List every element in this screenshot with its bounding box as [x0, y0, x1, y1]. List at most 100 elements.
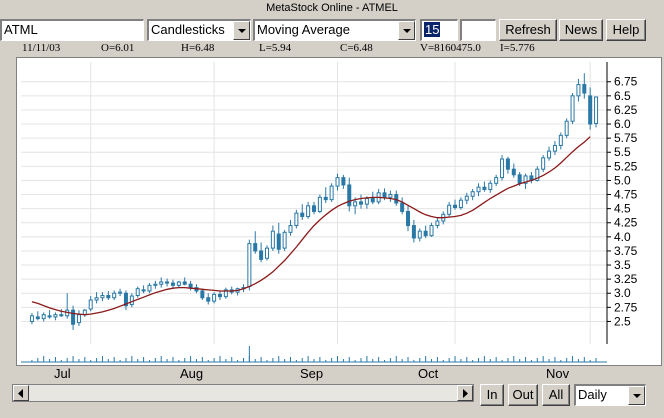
candle-body	[541, 157, 546, 170]
candle-body	[53, 314, 58, 318]
candle-body	[200, 290, 205, 299]
window-title: MetaStock Online - ATMEL	[266, 2, 398, 14]
scroll-right-arrow-icon[interactable]	[457, 385, 473, 401]
chevron-down-icon[interactable]	[233, 21, 250, 40]
x-tick-label: Aug	[180, 366, 204, 381]
candle-body	[347, 184, 352, 207]
chart-type-value: Candlesticks	[151, 22, 225, 37]
zoom-in-button[interactable]: In	[480, 384, 504, 406]
candle-body	[417, 230, 422, 239]
candle-body	[264, 247, 269, 259]
candle-body	[447, 204, 452, 215]
help-button[interactable]: Help	[606, 19, 646, 41]
y-tick-label: 6.0	[614, 117, 631, 131]
candle-body	[564, 120, 569, 136]
candle-body	[106, 294, 111, 299]
info-low: L=5.94	[259, 42, 292, 54]
candle-body	[470, 191, 475, 197]
candle-body	[76, 314, 81, 324]
candle-body	[118, 291, 123, 294]
candle-body	[353, 201, 358, 207]
x-tick-label: Oct	[418, 366, 439, 381]
candle-body	[458, 199, 463, 209]
candle-body	[558, 134, 563, 146]
candle-body	[35, 316, 40, 320]
chart-svg: 2.52.753.03.253.53.754.04.254.54.755.05.…	[21, 62, 638, 363]
candle-body	[570, 95, 575, 122]
candle-body	[176, 281, 181, 286]
candle-body	[453, 204, 458, 209]
candle-body	[411, 225, 416, 239]
extra-input[interactable]	[460, 19, 496, 41]
horizontal-scrollbar[interactable]	[12, 384, 474, 402]
chevron-down-icon[interactable]	[628, 386, 645, 405]
x-tick-label: Nov	[546, 366, 570, 381]
candle-body	[435, 220, 440, 227]
y-tick-label: 4.5	[614, 202, 631, 216]
candle-body	[306, 205, 311, 218]
x-tick-label: Jul	[54, 366, 71, 381]
y-tick-label: 6.5	[614, 89, 631, 103]
y-tick-label: 4.25	[614, 216, 638, 230]
candle-body	[335, 177, 340, 187]
y-tick-label: 4.0	[614, 230, 631, 244]
refresh-button[interactable]: Refresh	[499, 19, 557, 41]
candle-body	[147, 284, 152, 292]
candle-body	[29, 315, 34, 322]
chevron-down-icon[interactable]	[398, 21, 415, 40]
candle-body	[582, 84, 587, 94]
candle-body	[282, 231, 287, 249]
y-tick-label: 5.25	[614, 159, 638, 173]
y-tick-label: 6.75	[614, 75, 638, 89]
news-button[interactable]: News	[559, 19, 603, 41]
candle-body	[370, 197, 375, 203]
zoom-out-button[interactable]: Out	[508, 384, 538, 406]
candle-body	[294, 212, 299, 227]
candle-body	[329, 185, 334, 201]
y-tick-label: 2.5	[614, 314, 631, 328]
candle-body	[182, 281, 187, 285]
candle-body	[253, 243, 258, 252]
y-tick-label: 5.5	[614, 145, 631, 159]
quote-info-bar: 11/11/03 O=6.01 H=6.48 L=5.94 C=6.48 V=8…	[0, 41, 620, 57]
candle-body	[206, 297, 211, 302]
candle-body	[153, 283, 158, 286]
interval-select[interactable]: Daily	[574, 384, 646, 406]
info-indicator: I=5.776	[500, 42, 535, 54]
chart-type-select[interactable]: Candlesticks	[147, 19, 251, 41]
info-high: H=6.48	[181, 42, 215, 54]
indicator-select[interactable]: Moving Average	[253, 19, 416, 41]
candle-body	[135, 288, 140, 296]
price-chart[interactable]: 2.5 2.75 3.0 3.25 3.5 3.75 4.0 4.25 4.5 4.75 5.0 5.…	[16, 57, 662, 366]
y-tick-label: 4.75	[614, 188, 638, 202]
candle-body	[494, 177, 499, 184]
candle-body	[300, 212, 305, 218]
candle-body	[511, 168, 516, 176]
y-tick-label: 5.75	[614, 131, 638, 145]
candle-body	[588, 95, 593, 125]
candle-body	[288, 225, 293, 233]
scroll-left-arrow-icon[interactable]	[13, 385, 29, 401]
candle-body	[59, 314, 64, 317]
zoom-all-button[interactable]: All	[542, 384, 570, 406]
indicator-value: Moving Average	[257, 22, 350, 37]
candle-body	[488, 182, 493, 190]
info-volume: V=8160475.0	[420, 42, 481, 54]
candle-body	[88, 299, 93, 310]
period-input[interactable]: 15	[420, 19, 458, 41]
x-tick-label: Sep	[300, 366, 324, 381]
period-value: 15	[424, 22, 441, 37]
candle-body	[212, 293, 217, 302]
candle-body	[517, 174, 522, 184]
y-tick-label: 2.75	[614, 300, 638, 314]
y-tick-label: 3.5	[614, 258, 631, 272]
candle-body	[259, 250, 264, 260]
x-axis: Jul Aug Sep Oct Nov	[16, 366, 662, 384]
candle-body	[188, 283, 193, 289]
candle-body	[247, 243, 252, 287]
candle-body	[594, 96, 599, 124]
y-tick-label: 3.0	[614, 286, 631, 300]
candle-body	[159, 281, 164, 285]
symbol-input[interactable]: ATML	[0, 19, 144, 41]
candle-body	[429, 225, 434, 237]
